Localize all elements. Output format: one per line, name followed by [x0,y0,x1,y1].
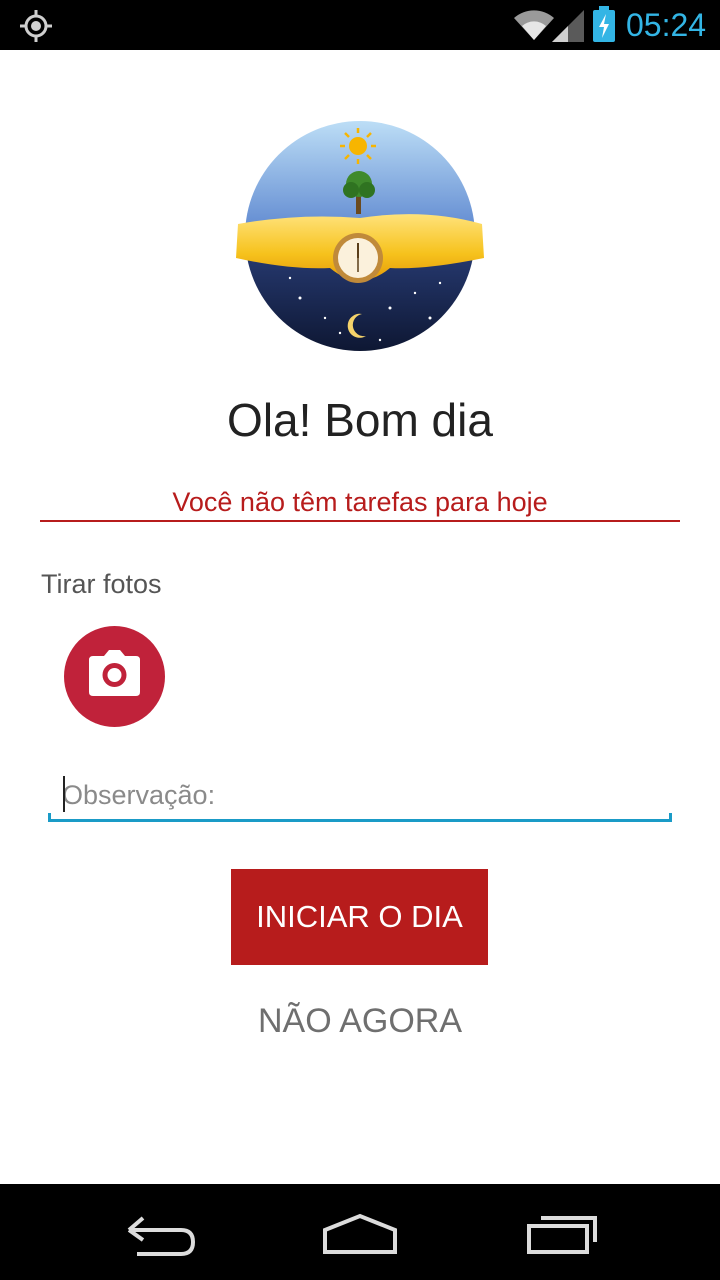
not-now-button[interactable]: NÃO AGORA [200,990,520,1050]
home-icon [323,1213,397,1254]
greeting-title: Ola! Bom dia [227,394,493,446]
battery-charging-icon [593,6,615,42]
text-cursor [63,776,65,812]
start-day-button[interactable]: INICIAR O DIA [231,869,488,965]
gps-icon [20,10,52,42]
camera-icon [89,650,140,696]
no-tasks-message: Você não têm tarefas para hoje [172,487,548,517]
screen: 05:24 Ola! Bom dia Você não têm tarefas … [0,0,720,1280]
back-icon [127,1216,196,1256]
take-photo-button[interactable] [64,626,165,727]
navigation-bar [0,1184,720,1280]
wifi-icon [514,10,554,40]
status-bar: 05:24 [0,0,720,50]
divider [40,520,680,522]
signal-icon [552,10,584,42]
back-button[interactable] [115,1202,205,1262]
take-photos-label: Tirar fotos [41,569,162,599]
observation-input[interactable] [62,774,662,816]
input-underline-tick-left [48,813,51,822]
observation-field[interactable] [48,770,672,822]
recents-icon [527,1216,597,1254]
input-underline [48,819,672,822]
input-underline-tick-right [669,813,672,822]
recents-button[interactable] [517,1202,607,1262]
day-night-clock-logo [236,121,484,351]
home-button[interactable] [315,1202,405,1262]
status-clock: 05:24 [626,7,707,43]
